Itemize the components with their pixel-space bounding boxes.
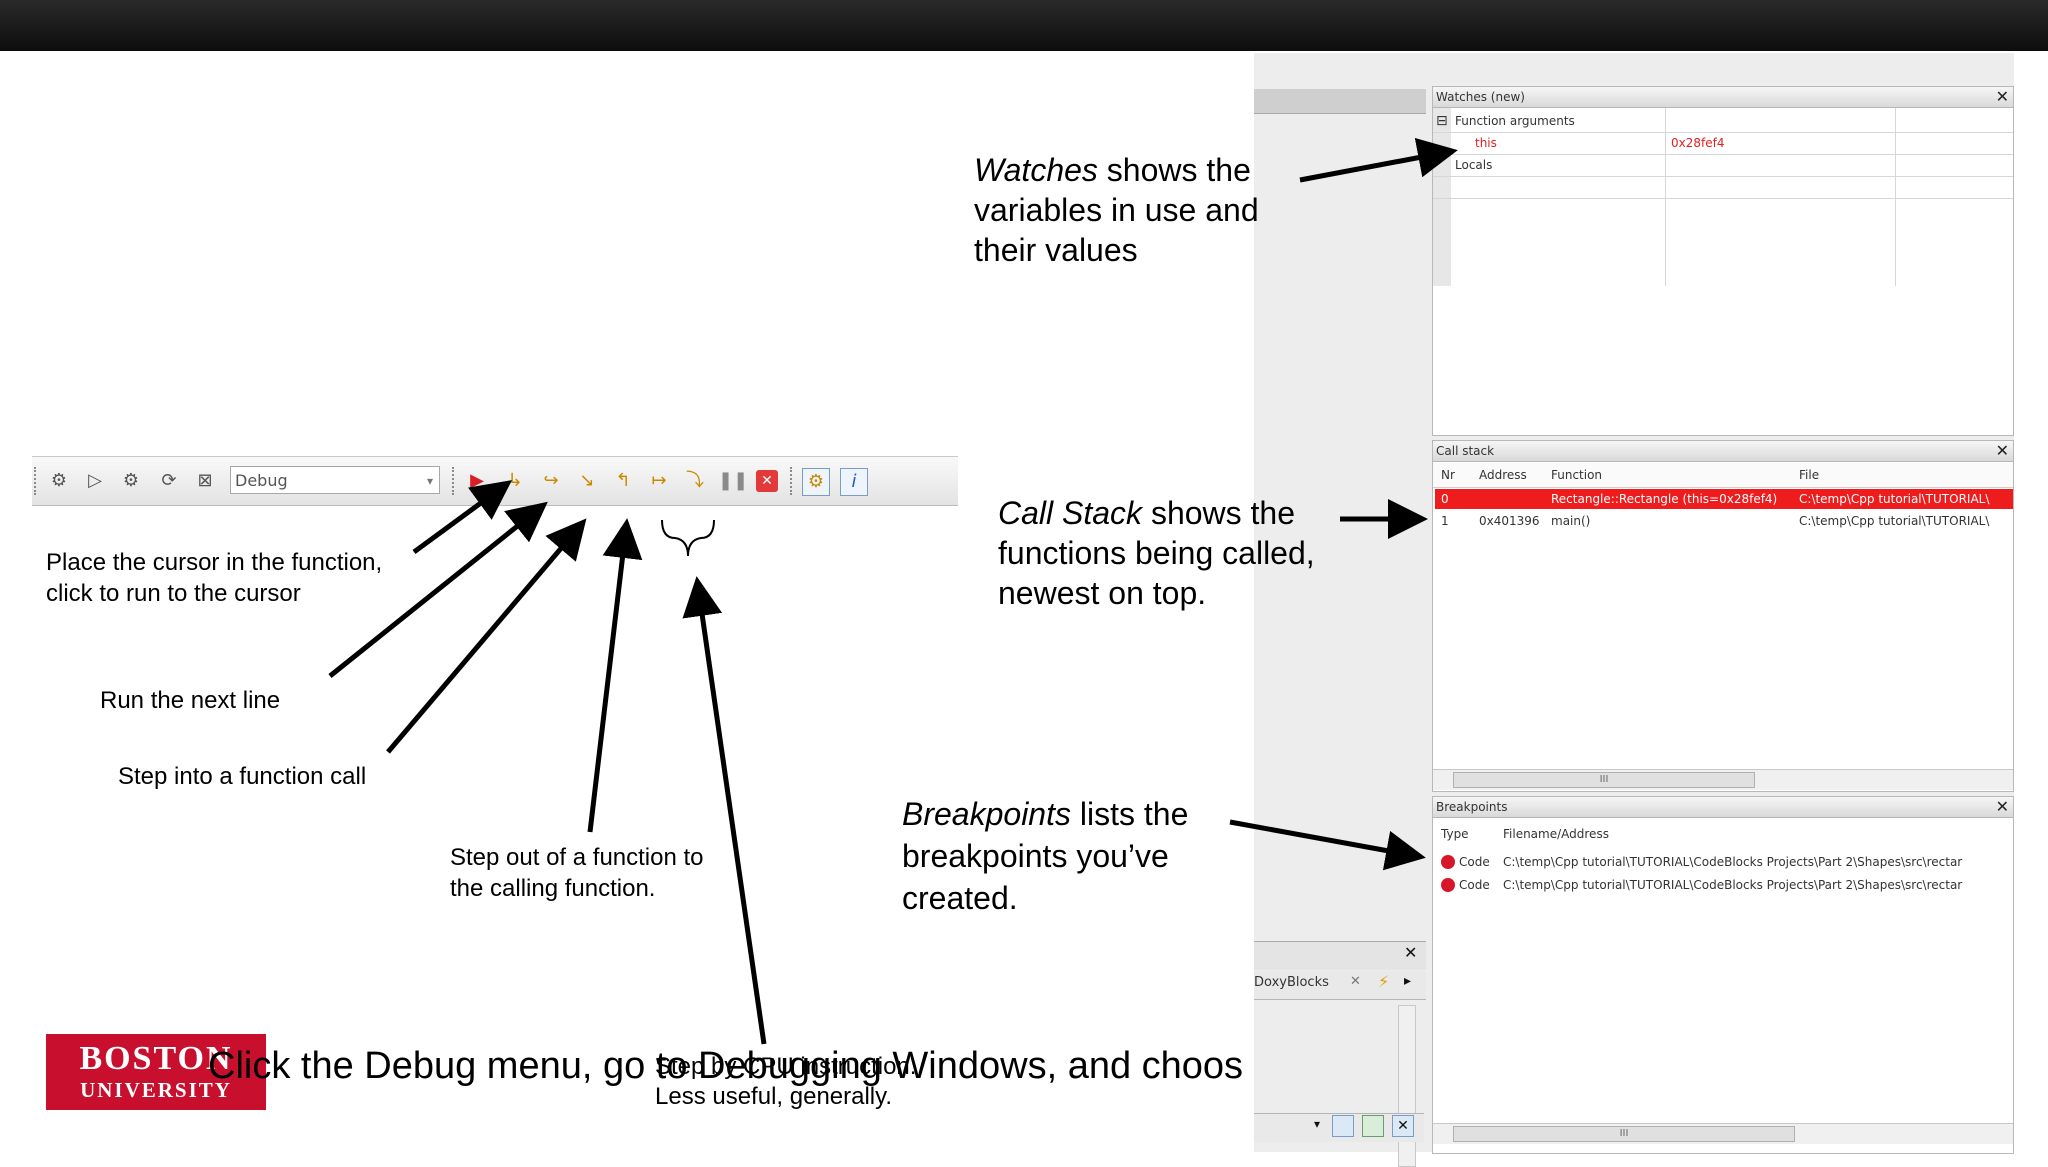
instruction-buttons-brace xyxy=(661,519,715,557)
step-out-arrow xyxy=(587,518,643,833)
run-to-cursor-annotation: Place the cursor in the function, click … xyxy=(46,549,383,607)
step-into-arrow xyxy=(386,518,587,754)
watches-arrow xyxy=(1299,137,1458,183)
call-stack-annotation: Call Stack shows the functions being cal… xyxy=(998,495,1315,611)
step-out-annotation: Step out of a function to the calling fu… xyxy=(450,844,704,902)
step-into-annotation: Step into a function call xyxy=(118,763,367,790)
breakpoints-annotation: Breakpoints lists the breakpoints you’ve… xyxy=(902,796,1189,916)
caption-text: Click the Debug menu, go to Debugging Wi… xyxy=(208,1045,1244,1087)
watches-annotation: Watches shows the variables in use and t… xyxy=(974,152,1259,268)
breakpoints-arrow xyxy=(1229,819,1426,871)
cpu-step-arrow xyxy=(682,576,767,1045)
next-line-annotation: Run the next line xyxy=(100,687,281,714)
run-to-cursor-arrow xyxy=(412,480,513,555)
